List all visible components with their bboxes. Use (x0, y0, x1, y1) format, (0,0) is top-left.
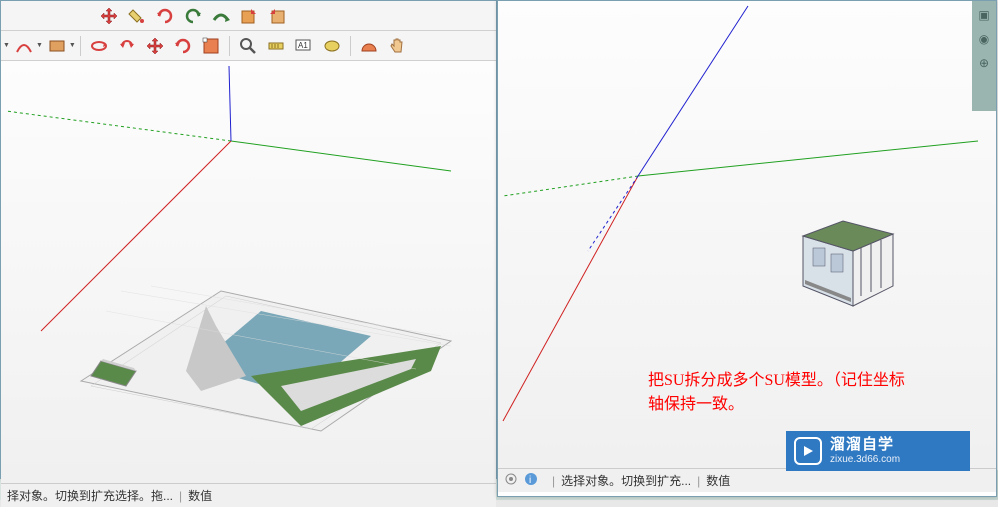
viewport-3d-right[interactable]: 把SU拆分成多个SU模型。（记住坐标 轴保持一致。 (498, 1, 996, 468)
status-info-icon[interactable]: i (524, 472, 538, 489)
zoom-tool[interactable] (235, 34, 261, 58)
protractor-tool[interactable] (356, 34, 382, 58)
sidebar-icon-1[interactable]: ▣ (976, 7, 992, 23)
sketchup-window-left: ▼ ▼ ▼ A1 (0, 0, 497, 479)
sketchup-window-right: 把SU拆分成多个SU模型。（记住坐标 轴保持一致。 i | 选择对象。切换到扩充… (497, 0, 997, 497)
play-icon (794, 437, 822, 465)
toolbar-row-1 (1, 1, 496, 31)
status-separator: | (552, 474, 555, 488)
annotation-line-2: 轴保持一致。 (648, 393, 905, 417)
svg-text:A1: A1 (298, 41, 308, 50)
paint-bucket-tool[interactable] (124, 4, 150, 28)
rotate-tool-2[interactable] (180, 4, 206, 28)
hand-tool[interactable] (384, 34, 410, 58)
pan-tool[interactable] (114, 34, 140, 58)
watermark-brand: 溜溜自学 (830, 437, 900, 454)
move-tool-2[interactable] (142, 34, 168, 58)
status-separator: | (697, 474, 700, 488)
dimension-tool[interactable] (319, 34, 345, 58)
model-small-building (783, 216, 903, 316)
status-bar-left: 择对象。切换到扩充选择。拖... | 数值 (1, 483, 496, 507)
app-sidebar: ▣ ◉ ⊕ (972, 1, 996, 111)
watermark-badge: 溜溜自学 zixue.3d66.com (786, 431, 970, 471)
annotation-line-1: 把SU拆分成多个SU模型。（记住坐标 (648, 369, 905, 393)
dropdown-indicator-3[interactable]: ▼ (69, 42, 76, 49)
rectangle-tool[interactable] (44, 34, 70, 58)
orbit-tool[interactable] (86, 34, 112, 58)
toolbar-row-2: ▼ ▼ ▼ A1 (1, 31, 496, 61)
arc-tool[interactable] (11, 34, 37, 58)
status-hint-text: 选择对象。切换到扩充... (561, 472, 691, 489)
model-plaza (21, 211, 471, 481)
separator (350, 36, 351, 56)
follow-me-tool[interactable] (208, 4, 234, 28)
svg-text:i: i (529, 475, 531, 486)
separator (229, 36, 230, 56)
status-hint-text: 择对象。切换到扩充选择。拖... (7, 487, 173, 504)
rotate-tool-3[interactable] (170, 34, 196, 58)
sidebar-icon-2[interactable]: ◉ (976, 31, 992, 47)
move-tool[interactable] (96, 4, 122, 28)
status-separator: | (179, 489, 182, 503)
separator (80, 36, 81, 56)
sidebar-icon-3[interactable]: ⊕ (976, 55, 992, 71)
status-icon[interactable] (504, 472, 518, 489)
selection-rect-tool[interactable] (198, 34, 224, 58)
watermark-url: zixue.3d66.com (830, 454, 900, 465)
dropdown-indicator-2[interactable]: ▼ (36, 42, 43, 49)
status-value-label: 数值 (188, 487, 212, 504)
text-label-tool[interactable]: A1 (291, 34, 317, 58)
tape-measure-tool[interactable] (263, 34, 289, 58)
dropdown-indicator[interactable]: ▼ (3, 42, 10, 49)
export-tool[interactable] (236, 4, 262, 28)
status-value-label: 数值 (706, 472, 730, 489)
rotate-tool-1[interactable] (152, 4, 178, 28)
import-tool[interactable] (264, 4, 290, 28)
viewport-3d-left[interactable] (1, 61, 496, 483)
status-bar-right: i | 选择对象。切换到扩充... | 数值 (498, 468, 996, 492)
annotation-text: 把SU拆分成多个SU模型。（记住坐标 轴保持一致。 (648, 369, 905, 417)
